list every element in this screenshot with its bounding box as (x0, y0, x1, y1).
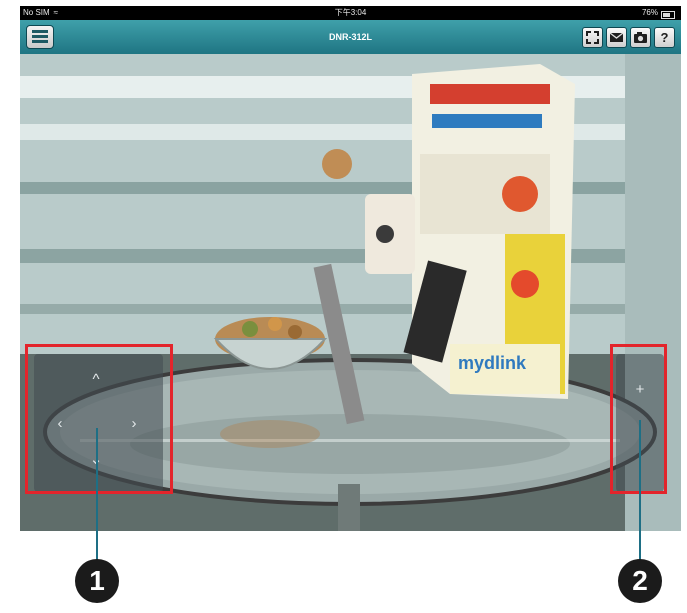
fullscreen-button[interactable] (582, 27, 603, 48)
ptz-highlight-box (25, 344, 173, 494)
callout-line-1 (96, 428, 98, 561)
callout-line-2 (639, 420, 641, 561)
fullscreen-icon (586, 31, 599, 44)
nav-bar: DNR-312L ? (20, 20, 681, 55)
envelope-icon (609, 32, 624, 42)
snapshot-button[interactable] (630, 27, 651, 48)
battery-percent: 76% (641, 8, 658, 17)
camera-icon (634, 32, 647, 43)
product-box-text: mydlink (458, 353, 527, 373)
status-bar: No SIM ≈ 下午3:04 76% (20, 6, 681, 20)
callout-number-2: 2 (618, 559, 662, 603)
email-button[interactable] (606, 27, 627, 48)
help-button[interactable]: ? (654, 27, 675, 48)
status-time: 下午3:04 (334, 8, 367, 17)
battery-icon (661, 10, 675, 19)
callout-number-1: 1 (75, 559, 119, 603)
